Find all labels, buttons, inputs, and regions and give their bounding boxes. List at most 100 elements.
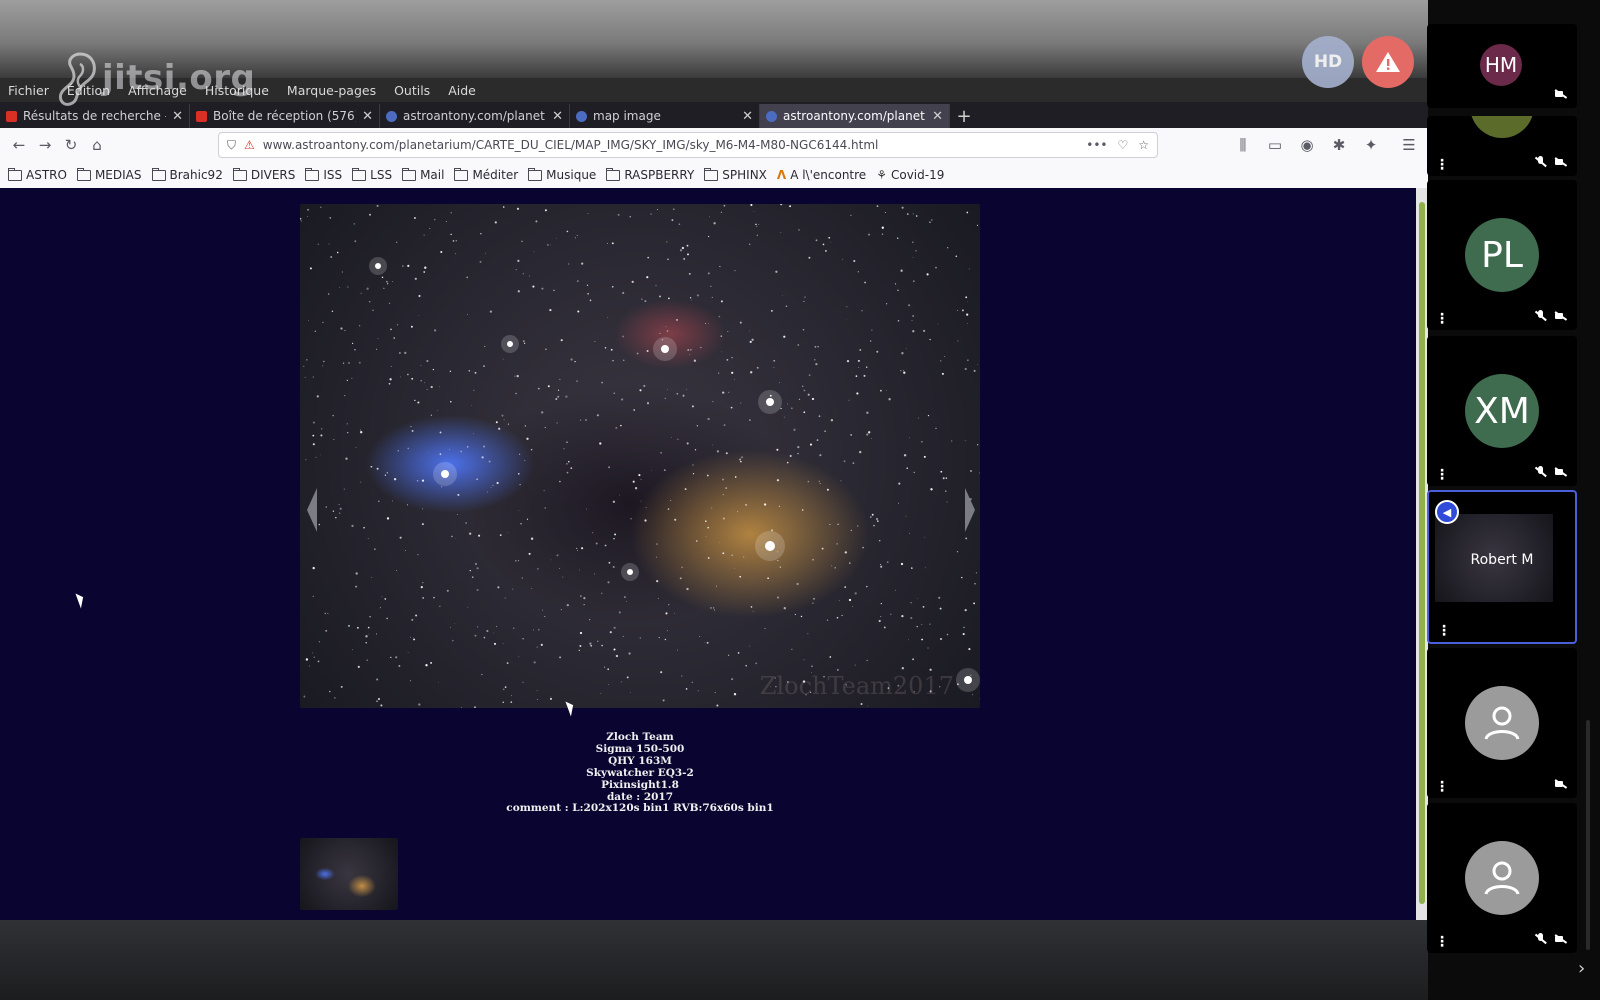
- video-quality-badge[interactable]: HD: [1302, 36, 1354, 88]
- menu-icon[interactable]: ☰: [1396, 132, 1422, 158]
- star: [359, 429, 361, 431]
- menu-fichier[interactable]: Fichier: [8, 83, 49, 98]
- back-icon[interactable]: ←: [6, 132, 32, 158]
- url-text[interactable]: www.astroantony.com/planetarium/CARTE_DU…: [263, 138, 1076, 152]
- shield-icon[interactable]: ⛉: [227, 138, 236, 153]
- star: [721, 350, 722, 352]
- forward-icon[interactable]: →: [32, 132, 58, 158]
- tab-inbox[interactable]: Boîte de réception (576) ✕: [190, 104, 380, 128]
- extension-icon[interactable]: ✦: [1358, 132, 1384, 158]
- close-icon[interactable]: ✕: [362, 109, 373, 124]
- star: [780, 407, 782, 410]
- star: [715, 585, 717, 587]
- photo-caption: Zloch Team Sigma 150-500 QHY 163M Skywat…: [490, 731, 790, 815]
- star: [822, 243, 825, 246]
- star: [493, 632, 494, 634]
- participant-tile[interactable]: PL ⋮: [1427, 180, 1577, 330]
- star: [716, 450, 720, 453]
- star: [897, 237, 899, 239]
- bookmark-folder[interactable]: Mail: [402, 167, 444, 182]
- more-options-icon[interactable]: ⋮: [1435, 312, 1449, 326]
- new-tab-button[interactable]: +: [950, 104, 978, 128]
- bookmark-folder[interactable]: MEDIAS: [76, 167, 142, 182]
- star: [864, 281, 866, 284]
- close-icon[interactable]: ✕: [742, 109, 753, 124]
- bookmark-folder[interactable]: ASTRO: [8, 167, 67, 182]
- mic-muted-icon: [1535, 156, 1547, 168]
- bookmark-folder[interactable]: Brahic92: [151, 167, 223, 182]
- more-options-icon[interactable]: ⋮: [1435, 158, 1449, 172]
- bookmark-star-icon[interactable]: ☆: [1138, 138, 1149, 152]
- menu-outils[interactable]: Outils: [394, 83, 430, 98]
- star: [876, 205, 879, 207]
- tab-map-image[interactable]: map image ✕: [570, 104, 760, 128]
- bookmark-folder[interactable]: ISS: [305, 167, 342, 182]
- star: [391, 281, 393, 282]
- tab-astroantony-active[interactable]: astroantony.com/planet ✕: [760, 104, 950, 128]
- bookmark-link[interactable]: ΛA l\'encontre: [777, 168, 866, 182]
- star: [396, 241, 398, 243]
- menu-marque-pages[interactable]: Marque-pages: [287, 83, 376, 98]
- bookmark-folder[interactable]: Méditer: [454, 167, 518, 182]
- address-bar[interactable]: ⛉ ⚠ www.astroantony.com/planetarium/CART…: [218, 132, 1158, 158]
- participant-tile-active[interactable]: ◀ Robert M ⋮: [1427, 490, 1577, 644]
- bookmark-folder[interactable]: LSS: [352, 167, 392, 182]
- astro-photo[interactable]: ZlochTeam2017: [300, 204, 980, 708]
- star: [857, 271, 859, 273]
- star: [622, 335, 625, 338]
- more-options-icon[interactable]: ⋮: [1435, 468, 1449, 482]
- account-icon[interactable]: ◉: [1294, 132, 1320, 158]
- bookmark-link[interactable]: ⚘ Covid-19: [876, 168, 944, 182]
- star: [481, 674, 483, 676]
- page-actions-icon[interactable]: •••: [1086, 138, 1107, 152]
- star: [869, 516, 872, 518]
- home-icon[interactable]: ⌂: [84, 132, 110, 158]
- star: [312, 376, 314, 378]
- star: [850, 434, 852, 436]
- participant-tile[interactable]: XM ⋮: [1427, 336, 1577, 486]
- more-options-icon[interactable]: ⋮: [1435, 935, 1449, 949]
- star: [601, 381, 603, 384]
- tab-astroantony-1[interactable]: astroantony.com/planet ✕: [380, 104, 570, 128]
- star: [354, 240, 357, 243]
- close-icon[interactable]: ✕: [932, 109, 943, 124]
- avatar: PL: [1465, 218, 1539, 292]
- warning-icon[interactable]: [1362, 36, 1414, 88]
- participant-tile[interactable]: HM: [1427, 24, 1577, 108]
- star: [656, 579, 659, 583]
- menu-aide[interactable]: Aide: [448, 83, 476, 98]
- pocket-icon[interactable]: ♡: [1117, 138, 1128, 152]
- extension-icon[interactable]: ✱: [1326, 132, 1352, 158]
- bookmark-folder[interactable]: DIVERS: [232, 167, 295, 182]
- star: [828, 236, 831, 239]
- star: [342, 362, 345, 364]
- photo-thumbnail[interactable]: [300, 838, 398, 910]
- star: [829, 656, 832, 658]
- previous-arrow-icon[interactable]: [307, 488, 317, 532]
- filmstrip-scrollbar[interactable]: [1586, 720, 1590, 950]
- close-icon[interactable]: ✕: [172, 109, 183, 124]
- insecure-lock-icon[interactable]: ⚠: [244, 138, 255, 152]
- scrollbar-thumb[interactable]: [1419, 202, 1425, 904]
- participant-tile[interactable]: ⋮: [1427, 648, 1577, 798]
- participant-tile[interactable]: ⋮: [1427, 116, 1577, 176]
- participant-tile[interactable]: ⋮: [1427, 803, 1577, 953]
- star: [398, 664, 401, 667]
- more-options-icon[interactable]: ⋮: [1437, 624, 1451, 638]
- bookmark-folder[interactable]: Musique: [528, 167, 596, 182]
- star: [880, 389, 882, 392]
- bookmark-folder[interactable]: SPHINX: [704, 167, 767, 182]
- more-options-icon[interactable]: ⋮: [1435, 780, 1449, 794]
- star: [968, 268, 970, 270]
- chevron-right-icon[interactable]: ›: [1578, 958, 1585, 979]
- sidebar-icon[interactable]: ▭: [1262, 132, 1288, 158]
- close-icon[interactable]: ✕: [552, 109, 563, 124]
- library-icon[interactable]: ⫼: [1230, 132, 1256, 158]
- bookmarks-bar: ASTRO MEDIAS Brahic92 DIVERS ISS LSS Mai…: [0, 162, 1428, 189]
- star: [692, 473, 695, 475]
- star: [791, 648, 793, 650]
- next-arrow-icon[interactable]: [965, 488, 975, 532]
- star: [512, 588, 514, 590]
- bookmark-folder[interactable]: RASPBERRY: [606, 167, 694, 182]
- reload-icon[interactable]: ↻: [58, 132, 84, 158]
